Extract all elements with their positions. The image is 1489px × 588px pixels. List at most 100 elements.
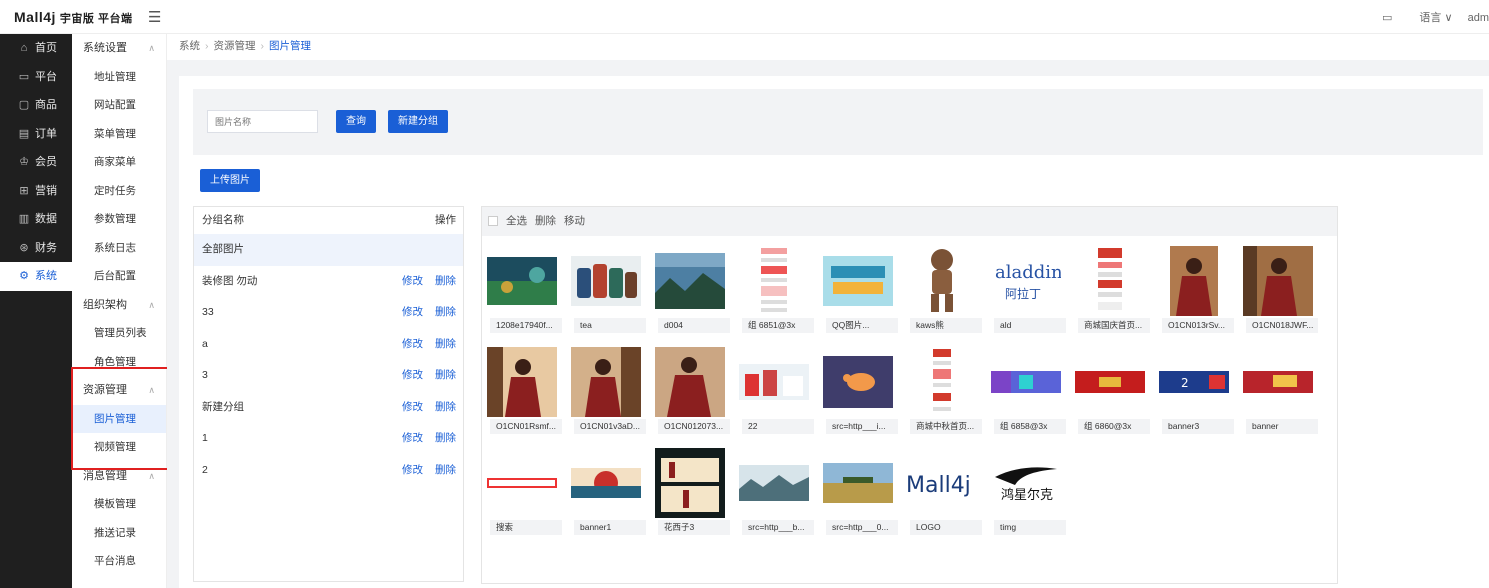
image-thumb-card[interactable]: 2 banner3: [1156, 346, 1234, 436]
image-thumbnail[interactable]: [570, 346, 641, 417]
image-thumb-card[interactable]: aladdin 阿拉丁 ald: [988, 245, 1066, 335]
delete-group-button[interactable]: 删除: [435, 338, 456, 350]
image-thumb-card[interactable]: 鸿星尔克 timg: [988, 447, 1066, 537]
image-thumbnail[interactable]: [822, 346, 893, 417]
rail-item-2[interactable]: ▢ 商品: [0, 91, 72, 120]
image-thumb-card[interactable]: 22: [736, 346, 814, 436]
rail-item-4[interactable]: ♔ 会员: [0, 148, 72, 177]
rail-item-0[interactable]: ⌂ 首页: [0, 34, 72, 63]
delete-group-button[interactable]: 删除: [435, 432, 456, 444]
edit-group-button[interactable]: 修改: [402, 432, 423, 444]
image-thumb-card[interactable]: O1CN013rSv...: [1156, 245, 1234, 335]
image-thumb-card[interactable]: O1CN01v3aD...: [568, 346, 646, 436]
image-thumbnail[interactable]: [822, 245, 893, 316]
image-thumbnail[interactable]: 鸿星尔克: [990, 447, 1061, 518]
image-thumb-card[interactable]: 1208e17940f...: [484, 245, 562, 335]
image-thumb-card[interactable]: O1CN01Rsmf...: [484, 346, 562, 436]
image-thumb-card[interactable]: d004: [652, 245, 730, 335]
image-name-input[interactable]: [207, 110, 318, 133]
group-row[interactable]: 1 修改 删除: [194, 423, 463, 455]
image-thumb-card[interactable]: src=http___0...: [820, 447, 898, 537]
language-switch[interactable]: 语言 ∨: [1407, 9, 1452, 25]
group-row[interactable]: a 修改 删除: [194, 329, 463, 361]
submenu-item[interactable]: 管理员列表: [72, 319, 166, 348]
submenu-item[interactable]: 平台消息: [72, 547, 166, 576]
image-thumb-card[interactable]: QQ图片...: [820, 245, 898, 335]
edit-group-button[interactable]: 修改: [402, 464, 423, 476]
image-thumbnail[interactable]: [1242, 245, 1313, 316]
rail-item-3[interactable]: ▤ 订单: [0, 120, 72, 149]
delete-group-button[interactable]: 删除: [435, 275, 456, 287]
delete-group-button[interactable]: 删除: [435, 401, 456, 413]
batch-move-button[interactable]: 移动: [564, 215, 585, 227]
image-thumb-card[interactable]: tea: [568, 245, 646, 335]
image-thumbnail[interactable]: [738, 346, 809, 417]
image-thumbnail[interactable]: [822, 447, 893, 518]
submenu-item[interactable]: 参数管理: [72, 205, 166, 234]
image-thumb-card[interactable]: 搜索: [484, 447, 562, 537]
submenu-group-org[interactable]: 组织架构 ∧: [72, 291, 166, 320]
image-thumbnail[interactable]: aladdin 阿拉丁: [990, 245, 1061, 316]
edit-group-button[interactable]: 修改: [402, 306, 423, 318]
image-thumbnail[interactable]: Mall4j: [906, 447, 977, 518]
rail-item-1[interactable]: ▭ 平台: [0, 63, 72, 92]
group-row[interactable]: 全部图片: [194, 234, 463, 266]
delete-group-button[interactable]: 删除: [435, 464, 456, 476]
image-thumbnail[interactable]: 2: [1158, 346, 1229, 417]
submenu-item[interactable]: 定时任务: [72, 177, 166, 206]
image-thumbnail[interactable]: [654, 447, 725, 518]
image-thumb-card[interactable]: 花西子3: [652, 447, 730, 537]
select-all-label[interactable]: 全选: [506, 215, 527, 227]
image-thumbnail[interactable]: [738, 447, 809, 518]
query-button[interactable]: 查询: [336, 110, 376, 133]
hamburger-icon[interactable]: ☰: [148, 8, 161, 26]
image-thumb-card[interactable]: 组 6851@3x: [736, 245, 814, 335]
submenu-item[interactable]: 推送记录: [72, 519, 166, 548]
breadcrumb-resources[interactable]: 资源管理: [214, 40, 256, 52]
image-thumbnail[interactable]: [906, 245, 977, 316]
image-thumb-card[interactable]: 组 6858@3x: [988, 346, 1066, 436]
edit-group-button[interactable]: 修改: [402, 401, 423, 413]
app-logo[interactable]: Mall4j 宇宙版 平台端: [14, 9, 132, 26]
image-thumbnail[interactable]: [1074, 346, 1145, 417]
image-thumb-card[interactable]: O1CN012073...: [652, 346, 730, 436]
upload-image-button[interactable]: 上传图片: [200, 169, 260, 192]
group-row[interactable]: 装修图 勿动 修改 删除: [194, 266, 463, 298]
image-thumbnail[interactable]: [1074, 245, 1145, 316]
breadcrumb-system[interactable]: 系统: [179, 40, 200, 52]
group-row[interactable]: 33 修改 删除: [194, 297, 463, 329]
image-thumbnail[interactable]: [486, 447, 557, 518]
submenu-item[interactable]: 网站配置: [72, 91, 166, 120]
edit-group-button[interactable]: 修改: [402, 369, 423, 381]
rail-item-5[interactable]: ⊞ 营销: [0, 177, 72, 206]
submenu-item[interactable]: 模板管理: [72, 490, 166, 519]
delete-group-button[interactable]: 删除: [435, 369, 456, 381]
edit-group-button[interactable]: 修改: [402, 338, 423, 350]
rail-item-6[interactable]: ▥ 数据: [0, 205, 72, 234]
submenu-item[interactable]: 后台配置: [72, 262, 166, 291]
batch-delete-button[interactable]: 删除: [535, 215, 556, 227]
image-thumb-card[interactable]: src=http___b...: [736, 447, 814, 537]
submenu-item[interactable]: 商家菜单: [72, 148, 166, 177]
image-thumbnail[interactable]: [654, 346, 725, 417]
group-row[interactable]: 3 修改 删除: [194, 360, 463, 392]
image-thumbnail[interactable]: [1242, 346, 1313, 417]
image-thumb-card[interactable]: 商城中秋首页...: [904, 346, 982, 436]
image-thumbnail[interactable]: [654, 245, 725, 316]
user-name[interactable]: adm: [1468, 12, 1489, 24]
new-group-button[interactable]: 新建分组: [388, 110, 448, 133]
rail-item-7[interactable]: ⊛ 财务: [0, 234, 72, 263]
image-thumb-card[interactable]: 组 6860@3x: [1072, 346, 1150, 436]
group-row[interactable]: 新建分组 修改 删除: [194, 392, 463, 424]
select-all-checkbox[interactable]: [488, 216, 498, 227]
delete-group-button[interactable]: 删除: [435, 306, 456, 318]
image-thumb-card[interactable]: O1CN018JWF...: [1240, 245, 1318, 335]
edit-group-button[interactable]: 修改: [402, 275, 423, 287]
image-thumb-card[interactable]: kaws熊: [904, 245, 982, 335]
image-thumbnail[interactable]: [990, 346, 1061, 417]
group-row[interactable]: 2 修改 删除: [194, 455, 463, 487]
rail-item-8[interactable]: ⚙ 系统: [0, 262, 72, 291]
submenu-item[interactable]: 地址管理: [72, 63, 166, 92]
image-thumb-card[interactable]: 商城国庆首页...: [1072, 245, 1150, 335]
image-thumb-card[interactable]: Mall4j LOGO: [904, 447, 982, 537]
